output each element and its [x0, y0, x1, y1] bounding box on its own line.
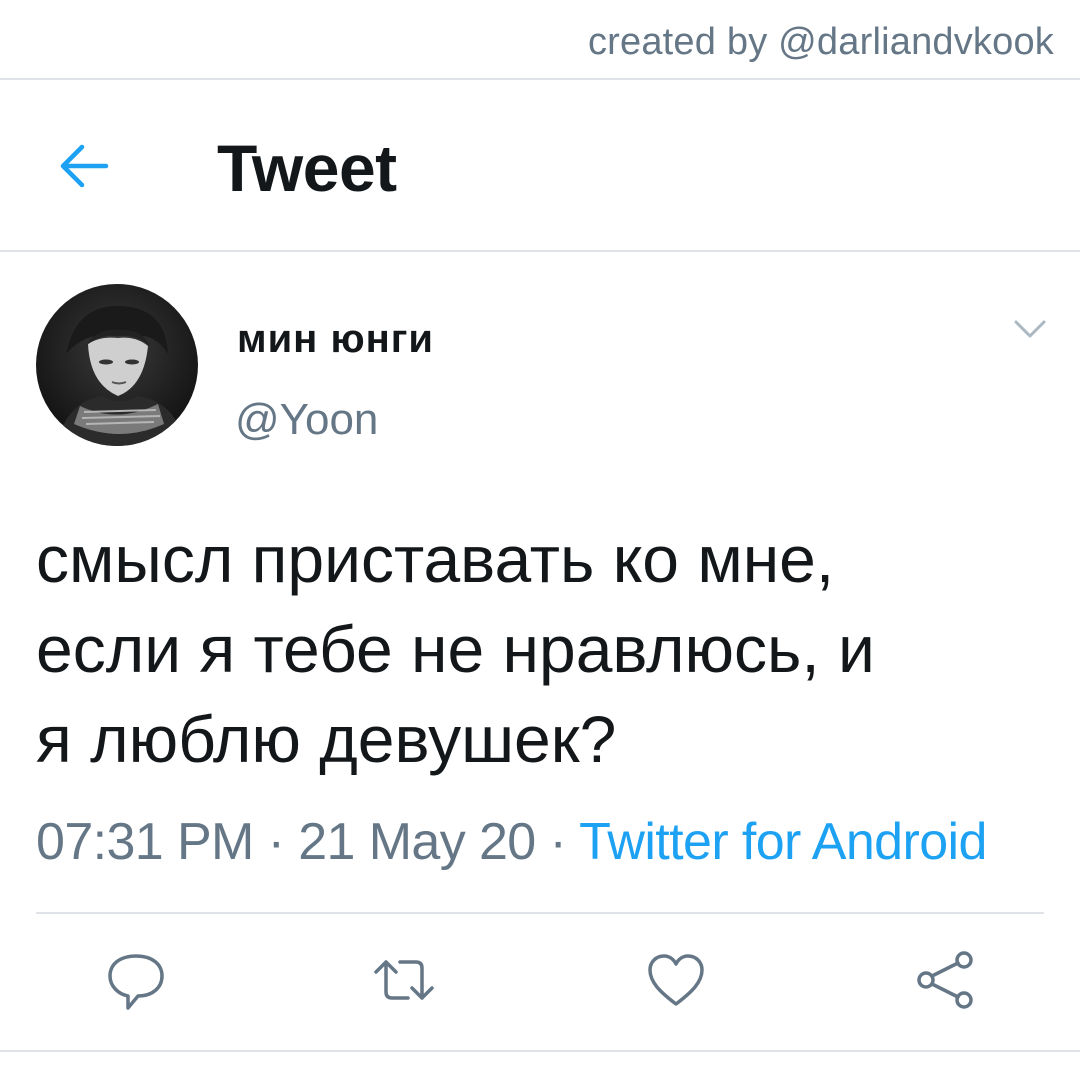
author-display-name[interactable]: мин юнги	[237, 316, 434, 362]
reply-button[interactable]	[100, 944, 172, 1016]
retweet-icon	[374, 960, 434, 1000]
tweet-options-button[interactable]	[1010, 312, 1050, 346]
tweet-date: 21 May 20	[298, 813, 536, 871]
tweet-time: 07:31 PM	[36, 813, 254, 871]
tweet-text: смысл приставать ко мне, если я тебе не …	[36, 522, 875, 776]
like-button[interactable]	[640, 944, 712, 1016]
tweet-source-link[interactable]: Twitter for Android	[579, 813, 987, 871]
app-header: Tweet	[0, 80, 1080, 252]
avatar[interactable]	[36, 284, 198, 446]
back-button[interactable]	[54, 138, 114, 194]
author-handle[interactable]: @Yoon	[235, 394, 378, 446]
tweet-meta: 07:31 PM · 21 May 20 · Twitter for Andro…	[36, 812, 987, 872]
meta-separator: ·	[535, 813, 580, 871]
share-icon	[917, 951, 973, 1009]
meta-separator: ·	[253, 813, 299, 871]
credit-text: created by @darliandvkook	[587, 21, 1054, 63]
page-title: Tweet	[217, 131, 397, 205]
heart-icon	[648, 954, 704, 1006]
chevron-down-icon	[1014, 320, 1046, 338]
bottom-divider	[0, 1050, 1080, 1052]
divider	[36, 912, 1044, 914]
profile-photo	[36, 284, 198, 446]
retweet-button[interactable]	[368, 944, 440, 1016]
reply-icon	[108, 954, 164, 1010]
action-bar	[0, 944, 1080, 1024]
share-button[interactable]	[910, 944, 982, 1016]
arrow-left-icon	[60, 144, 109, 188]
credit-bar: created by @darliandvkook	[0, 0, 1080, 80]
